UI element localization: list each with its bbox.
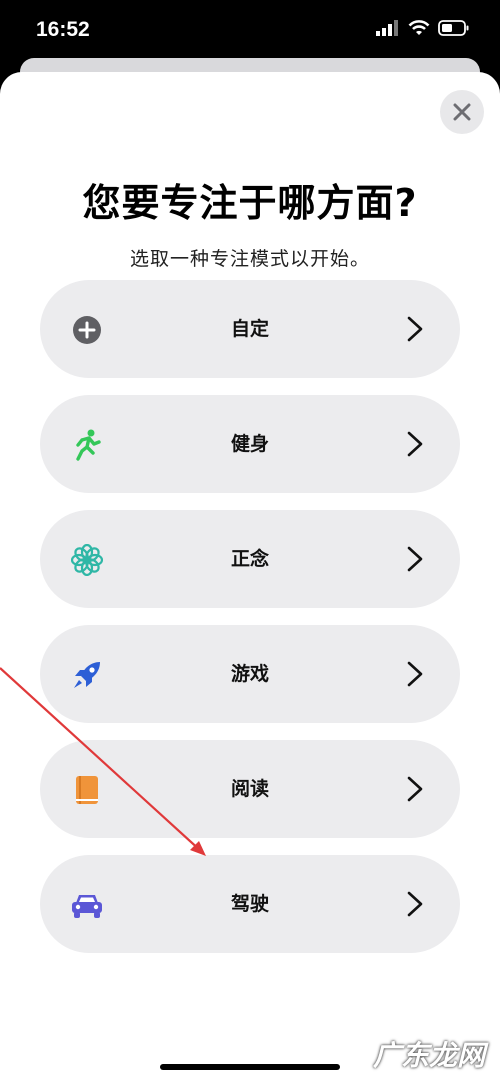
mode-label: 健身	[230, 433, 269, 455]
mode-label: 阅读	[230, 778, 269, 800]
mode-custom[interactable]: 自定	[40, 280, 460, 378]
mode-label: 正念	[230, 548, 269, 570]
status-time: 16:52	[36, 18, 90, 41]
status-bar: 16:52	[0, 0, 500, 60]
chevron-right-icon	[407, 891, 423, 917]
watermark: 广东龙网	[372, 1039, 485, 1072]
mode-gaming[interactable]: 游戏	[40, 625, 460, 723]
page-title: 您要专注于哪方面?	[82, 181, 418, 225]
mode-driving[interactable]: 驾驶	[40, 855, 460, 953]
mode-label: 驾驶	[230, 893, 269, 915]
wifi-icon	[408, 20, 430, 35]
chevron-right-icon	[407, 776, 423, 802]
chevron-right-icon	[407, 431, 423, 457]
home-indicator	[160, 1064, 340, 1070]
page-subtitle: 选取一种专注模式以开始。	[129, 248, 370, 270]
battery-icon	[438, 20, 469, 36]
close-button[interactable]	[440, 90, 484, 134]
chevron-right-icon	[407, 661, 423, 687]
mode-reading[interactable]: 阅读	[40, 740, 460, 838]
mode-mindfulness[interactable]: 正念	[40, 510, 460, 608]
chevron-right-icon	[407, 316, 423, 342]
status-icons	[376, 20, 470, 36]
mode-fitness[interactable]: 健身	[40, 395, 460, 493]
cellular-signal-icon	[376, 20, 398, 36]
focus-mode-list: 自定 健身 正念 游戏 阅读 驾驶	[40, 280, 460, 970]
close-icon	[453, 103, 471, 121]
chevron-right-icon	[407, 546, 423, 572]
mode-label: 游戏	[230, 663, 269, 685]
mode-label: 自定	[230, 318, 269, 340]
